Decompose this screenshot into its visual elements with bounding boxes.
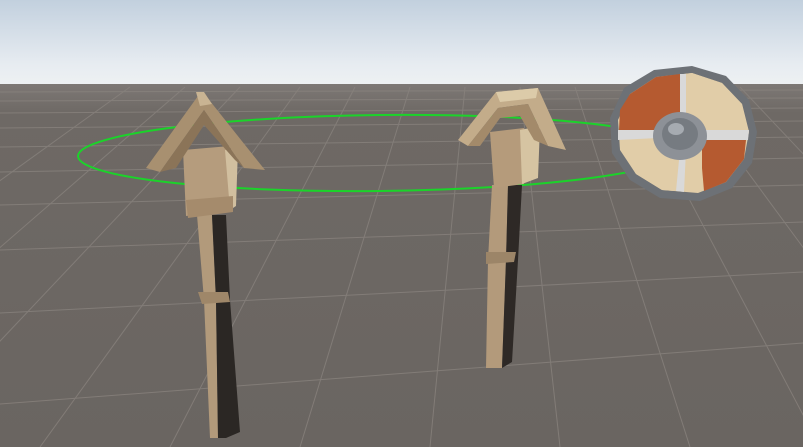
scene-canvas[interactable] xyxy=(0,0,803,447)
post-collar-left xyxy=(198,292,230,304)
scene-viewport[interactable] xyxy=(0,0,803,447)
shield-boss-highlight xyxy=(668,123,684,135)
post-box-right xyxy=(490,128,524,188)
round-shield[interactable] xyxy=(610,66,757,201)
